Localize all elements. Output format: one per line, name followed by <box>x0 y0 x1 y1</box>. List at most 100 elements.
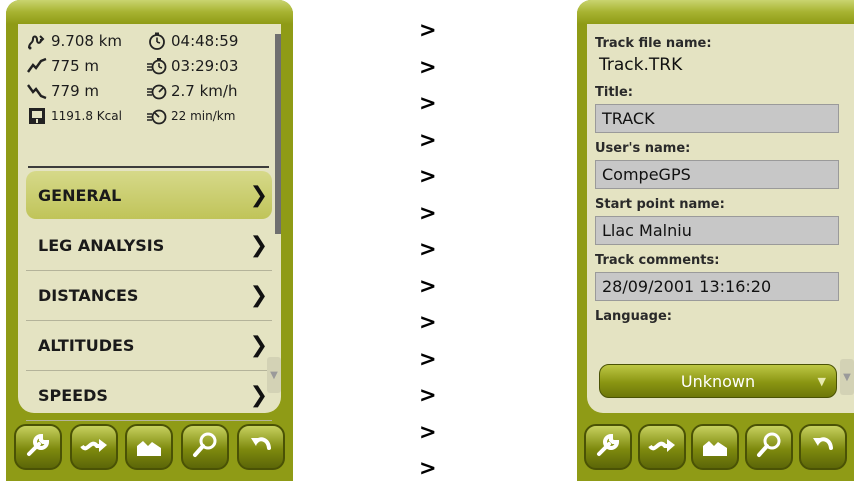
stat-ascent: 775 m <box>26 57 99 75</box>
arrow-glyph: > <box>419 237 437 261</box>
wrench-icon <box>23 430 53 464</box>
menu-item-label: LEG ANALYSIS <box>38 236 165 255</box>
chevron-right-icon: ❯ <box>249 233 268 258</box>
menu-item-altitudes[interactable]: ALTITUDES ❯ <box>26 321 272 371</box>
arrow-glyph: > <box>419 200 437 225</box>
chevron-right-icon: ❯ <box>249 333 268 358</box>
menu-item-leg-analysis[interactable]: LEG ANALYSIS ❯ <box>26 221 272 271</box>
route-button[interactable] <box>69 424 118 470</box>
stats-row: 779 m 2.7 km/h <box>26 82 276 107</box>
menu-item-label: SPEEDS <box>38 386 108 405</box>
title-label: Title: <box>595 85 634 100</box>
track-form: Track file name: Track.TRK Title: TRACK … <box>595 36 846 328</box>
stat-total-time: 04:48:59 <box>146 32 238 50</box>
track-comments-field[interactable]: 28/09/2001 13:16:20 <box>595 272 839 301</box>
stat-value: 775 m <box>51 57 100 75</box>
stats-row: 775 m 03:29:03 <box>26 57 276 82</box>
bottom-toolbar <box>577 413 854 481</box>
stat-value: 2.7 km/h <box>171 82 238 100</box>
chevron-right-icon: ❯ <box>249 383 268 408</box>
search-icon <box>190 430 220 464</box>
language-label: Language: <box>595 309 672 324</box>
start-point-field[interactable]: Llac Malniu <box>595 216 839 245</box>
top-bar <box>6 0 293 24</box>
profile-icon <box>700 430 730 464</box>
start-point-label: Start point name: <box>595 197 725 212</box>
language-value: Unknown <box>680 371 756 391</box>
stats-panel: 9.708 km 04:48:59 775 m 03:29:03 779 m 2… <box>26 32 276 132</box>
stats-row: 1191.8 Kcal 22 min/km <box>26 107 276 132</box>
back-icon <box>808 430 838 464</box>
arrow-glyph: > <box>419 18 437 42</box>
arrow-column: > > > > > > > > > > > > > <box>419 12 449 487</box>
arrow-glyph: > <box>419 273 437 298</box>
route-icon <box>647 430 677 464</box>
scrollbar-thumb[interactable] <box>275 34 281 234</box>
stat-speed: 2.7 km/h <box>146 82 237 100</box>
user-name-label: User's name: <box>595 141 691 156</box>
track-properties-screen: Track file name: Track.TRK Title: TRACK … <box>577 0 854 481</box>
stat-value: 9.708 km <box>51 32 123 50</box>
top-bar <box>577 0 854 24</box>
route-button[interactable] <box>637 424 686 470</box>
stat-distance: 9.708 km <box>26 32 122 50</box>
user-name-field[interactable]: CompeGPS <box>595 160 839 189</box>
search-button[interactable] <box>181 424 230 470</box>
ascent-icon <box>26 57 48 75</box>
menu-item-label: ALTITUDES <box>38 336 135 355</box>
back-button[interactable] <box>237 424 286 470</box>
arrow-glyph: > <box>419 383 437 407</box>
arrow-glyph: > <box>419 346 437 371</box>
arrow-glyph: > <box>419 54 437 79</box>
route-icon <box>79 430 109 464</box>
track-file-label: Track file name: <box>595 36 712 51</box>
arrow-glyph: > <box>419 419 437 444</box>
profile-button[interactable] <box>691 424 740 470</box>
stat-value: 779 m <box>51 82 100 100</box>
scroll-down-icon[interactable]: ▼ <box>267 357 281 393</box>
arrow-glyph: > <box>419 456 437 480</box>
language-dropdown[interactable]: Unknown ▼ <box>599 364 837 398</box>
stat-descent: 779 m <box>26 82 99 100</box>
descent-icon <box>26 82 48 100</box>
wrench-icon <box>593 430 623 464</box>
moving-time-icon <box>146 57 168 75</box>
menu-item-distances[interactable]: DISTANCES ❯ <box>26 271 272 321</box>
stat-value: 03:29:03 <box>171 57 239 75</box>
track-comments-label: Track comments: <box>595 253 720 268</box>
chevron-right-icon: ❯ <box>249 283 268 308</box>
stat-pace: 22 min/km <box>146 107 235 125</box>
arrow-glyph: > <box>419 127 437 152</box>
pace-icon <box>146 107 168 125</box>
screen-area: Track file name: Track.TRK Title: TRACK … <box>587 24 854 413</box>
scroll-down-icon[interactable]: ▼ <box>840 359 854 395</box>
stopwatch-icon <box>146 32 168 50</box>
calories-icon <box>26 107 48 125</box>
settings-button[interactable] <box>13 424 62 470</box>
menu-item-general[interactable]: GENERAL ❯ <box>26 171 272 219</box>
title-field[interactable]: TRACK <box>595 104 839 133</box>
analysis-menu: GENERAL ❯ LEG ANALYSIS ❯ DISTANCES ❯ ALT… <box>26 171 272 421</box>
stat-value: 1191.8 Kcal <box>51 109 122 123</box>
stat-value: 22 min/km <box>171 109 236 123</box>
chevron-right-icon: ❯ <box>249 183 268 208</box>
track-file-value: Track.TRK <box>599 55 683 75</box>
stat-calories: 1191.8 Kcal <box>26 107 122 125</box>
profile-button[interactable] <box>125 424 174 470</box>
settings-button[interactable] <box>583 424 632 470</box>
track-stats-screen: 9.708 km 04:48:59 775 m 03:29:03 779 m 2… <box>6 0 293 481</box>
stat-value: 04:48:59 <box>171 32 239 50</box>
stats-row: 9.708 km 04:48:59 <box>26 32 276 57</box>
speed-icon <box>146 82 168 100</box>
search-icon <box>754 430 784 464</box>
screen-area: 9.708 km 04:48:59 775 m 03:29:03 779 m 2… <box>18 24 281 421</box>
search-button[interactable] <box>745 424 794 470</box>
bottom-toolbar <box>6 413 293 481</box>
arrow-glyph: > <box>419 164 437 188</box>
arrow-glyph: > <box>419 91 437 115</box>
menu-item-label: DISTANCES <box>38 286 139 305</box>
divider <box>28 166 269 168</box>
stat-moving-time: 03:29:03 <box>146 57 238 75</box>
back-button[interactable] <box>799 424 848 470</box>
menu-item-label: GENERAL <box>38 185 122 205</box>
